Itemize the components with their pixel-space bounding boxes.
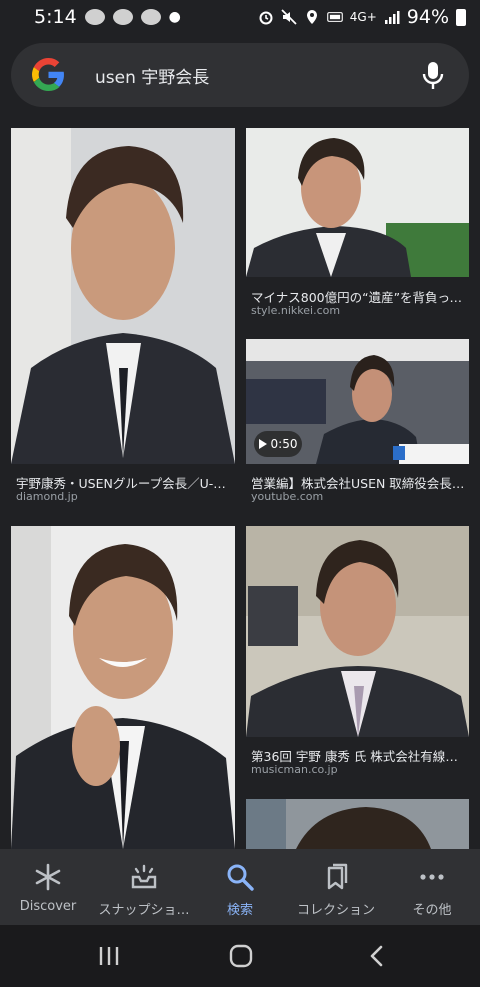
nav-snapshot[interactable]: スナップショ…: [96, 849, 192, 925]
nav-label-snapshot: スナップショ…: [98, 903, 190, 918]
microphone-icon[interactable]: [419, 60, 447, 90]
signal-icon: [384, 9, 400, 25]
nav-more[interactable]: その他: [384, 849, 480, 925]
battery-icon: [456, 8, 466, 26]
bottom-nav: Discover スナップショ… 検索 コレクション その他: [0, 849, 480, 925]
result-image-1[interactable]: [11, 128, 235, 464]
more-icon: [420, 874, 444, 880]
result-image-4[interactable]: [11, 526, 235, 849]
system-nav-bar: [0, 925, 480, 987]
nav-search[interactable]: 検索: [192, 849, 288, 925]
result-source-1[interactable]: diamond.jp: [16, 490, 78, 503]
nav-label-search: 検索: [226, 903, 253, 918]
result-source-4[interactable]: musicman.co.jp: [251, 763, 338, 776]
recent-apps-icon[interactable]: [98, 945, 120, 967]
video-duration-badge: 0:50: [254, 431, 302, 457]
mute-icon: [281, 9, 297, 25]
search-query-text[interactable]: usen 宇野会長: [95, 63, 209, 88]
video-duration: 0:50: [270, 437, 298, 451]
location-icon: [304, 9, 320, 25]
google-logo-icon[interactable]: [32, 58, 65, 91]
more-notifications-dot-icon: ●: [168, 9, 181, 25]
collections-icon: [327, 863, 348, 890]
nav-label-discover: Discover: [19, 899, 77, 914]
back-icon[interactable]: [368, 944, 386, 968]
search-bar[interactable]: usen 宇野会長: [11, 43, 469, 107]
nav-label-more: その他: [412, 903, 452, 918]
result-image-6[interactable]: [246, 799, 469, 849]
app-notification-icon: [84, 9, 105, 25]
network-type-label: 4G+: [349, 10, 377, 24]
battery-percentage: 94%: [406, 6, 449, 28]
asterisk-icon: [35, 863, 61, 891]
result-source-3[interactable]: youtube.com: [251, 490, 323, 503]
app-notification-icon-2: [140, 9, 161, 25]
result-image-5[interactable]: [246, 526, 469, 737]
status-time: 5:14: [34, 6, 77, 28]
volte-icon: [326, 9, 343, 25]
nav-discover[interactable]: Discover: [0, 849, 96, 925]
nav-collections[interactable]: コレクション: [288, 849, 384, 925]
line-notification-icon: [112, 9, 133, 25]
play-icon: [258, 439, 267, 449]
snapshot-icon: [131, 864, 157, 889]
home-icon[interactable]: [229, 944, 253, 968]
status-bar: 5:14 ● 4G+ 94%: [0, 0, 480, 34]
result-image-2[interactable]: [246, 128, 469, 277]
alarm-icon: [258, 9, 274, 25]
search-icon: [227, 864, 254, 891]
nav-label-collections: コレクション: [296, 903, 375, 918]
result-source-2[interactable]: style.nikkei.com: [251, 304, 340, 317]
